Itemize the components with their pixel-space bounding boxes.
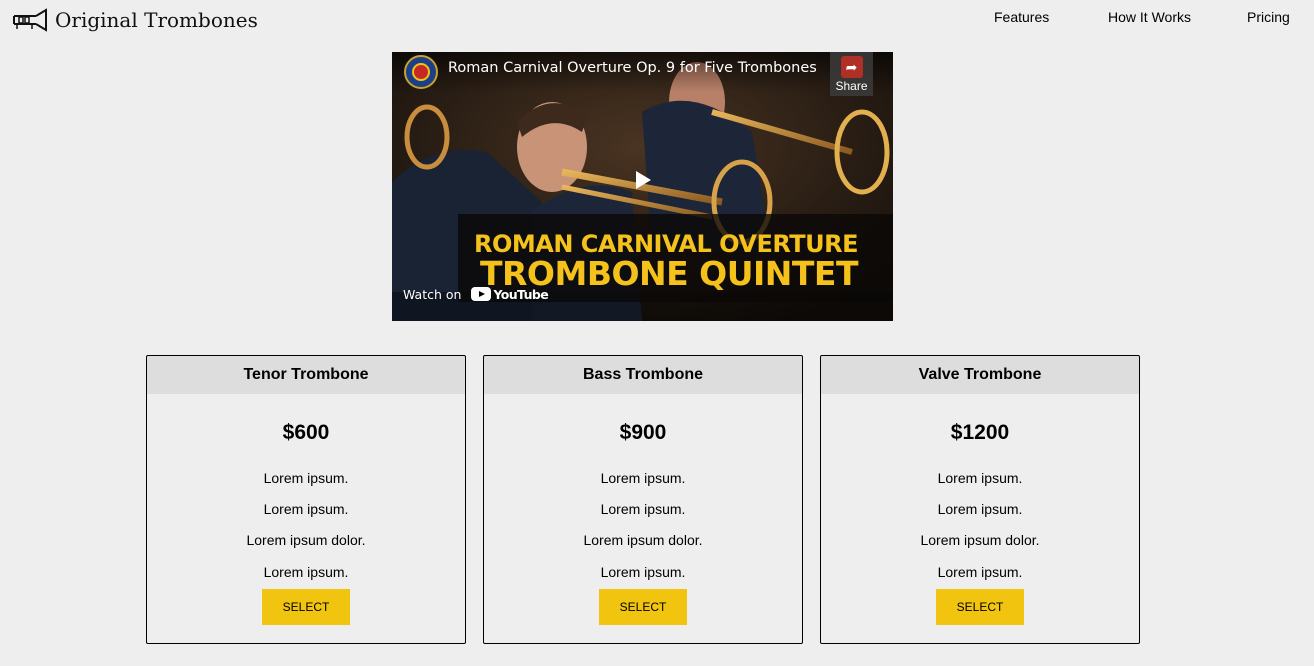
share-button[interactable]: ➦ Share (830, 52, 873, 96)
feature-item: Lorem ipsum. (600, 564, 686, 580)
trombone-logo-icon (13, 8, 47, 32)
video-title[interactable]: Roman Carnival Overture Op. 9 for Five T… (448, 60, 817, 76)
brand-name: Original Trombones (55, 8, 258, 32)
card-title: Valve Trombone (821, 356, 1139, 394)
brand-logo[interactable]: Original Trombones (12, 6, 258, 34)
watch-on-youtube-link[interactable]: Watch on YouTube (392, 274, 552, 314)
nav-pricing[interactable]: Pricing (1247, 9, 1290, 25)
pricing-card-bass: Bass Trombone $900 Lorem ipsum. Lorem ip… (483, 355, 803, 644)
youtube-icon (471, 287, 492, 301)
share-icon: ➦ (840, 56, 863, 78)
feature-item: Lorem ipsum dolor. (920, 532, 1040, 548)
feature-item: Lorem ipsum. (263, 501, 349, 517)
nav-features[interactable]: Features (994, 9, 1049, 25)
feature-item: Lorem ipsum. (263, 564, 349, 580)
nav-how-it-works[interactable]: How It Works (1108, 9, 1191, 25)
select-valve-button[interactable]: SELECT (936, 589, 1024, 625)
feature-item: Lorem ipsum. (600, 470, 686, 486)
select-tenor-button[interactable]: SELECT (262, 589, 350, 625)
card-price: $900 (619, 421, 667, 444)
feature-item: Lorem ipsum. (937, 470, 1023, 486)
feature-item: Lorem ipsum. (263, 470, 349, 486)
feature-item: Lorem ipsum dolor. (583, 532, 703, 548)
feature-item: Lorem ipsum. (600, 501, 686, 517)
site-header: Original Trombones Features How It Works… (0, 0, 1314, 40)
pricing-card-valve: Valve Trombone $1200 Lorem ipsum. Lorem … (820, 355, 1140, 644)
pricing-card-tenor: Tenor Trombone $600 Lorem ipsum. Lorem i… (146, 355, 466, 644)
card-price: $1200 (950, 421, 1010, 444)
play-icon[interactable] (634, 170, 652, 190)
youtube-logo: YouTube (471, 286, 549, 302)
feature-item: Lorem ipsum dolor. (246, 532, 366, 548)
watch-on-label: Watch on (403, 286, 462, 302)
video-player[interactable]: Roman Carnival Overture Op. 9 for Five T… (392, 52, 893, 321)
card-price: $600 (282, 421, 330, 444)
card-title: Bass Trombone (484, 356, 802, 394)
select-bass-button[interactable]: SELECT (599, 589, 687, 625)
feature-item: Lorem ipsum. (937, 501, 1023, 517)
channel-avatar[interactable] (404, 55, 438, 89)
card-title: Tenor Trombone (147, 356, 465, 394)
youtube-wordmark: YouTube (493, 286, 549, 302)
feature-item: Lorem ipsum. (937, 564, 1023, 580)
share-label: Share (835, 79, 868, 93)
